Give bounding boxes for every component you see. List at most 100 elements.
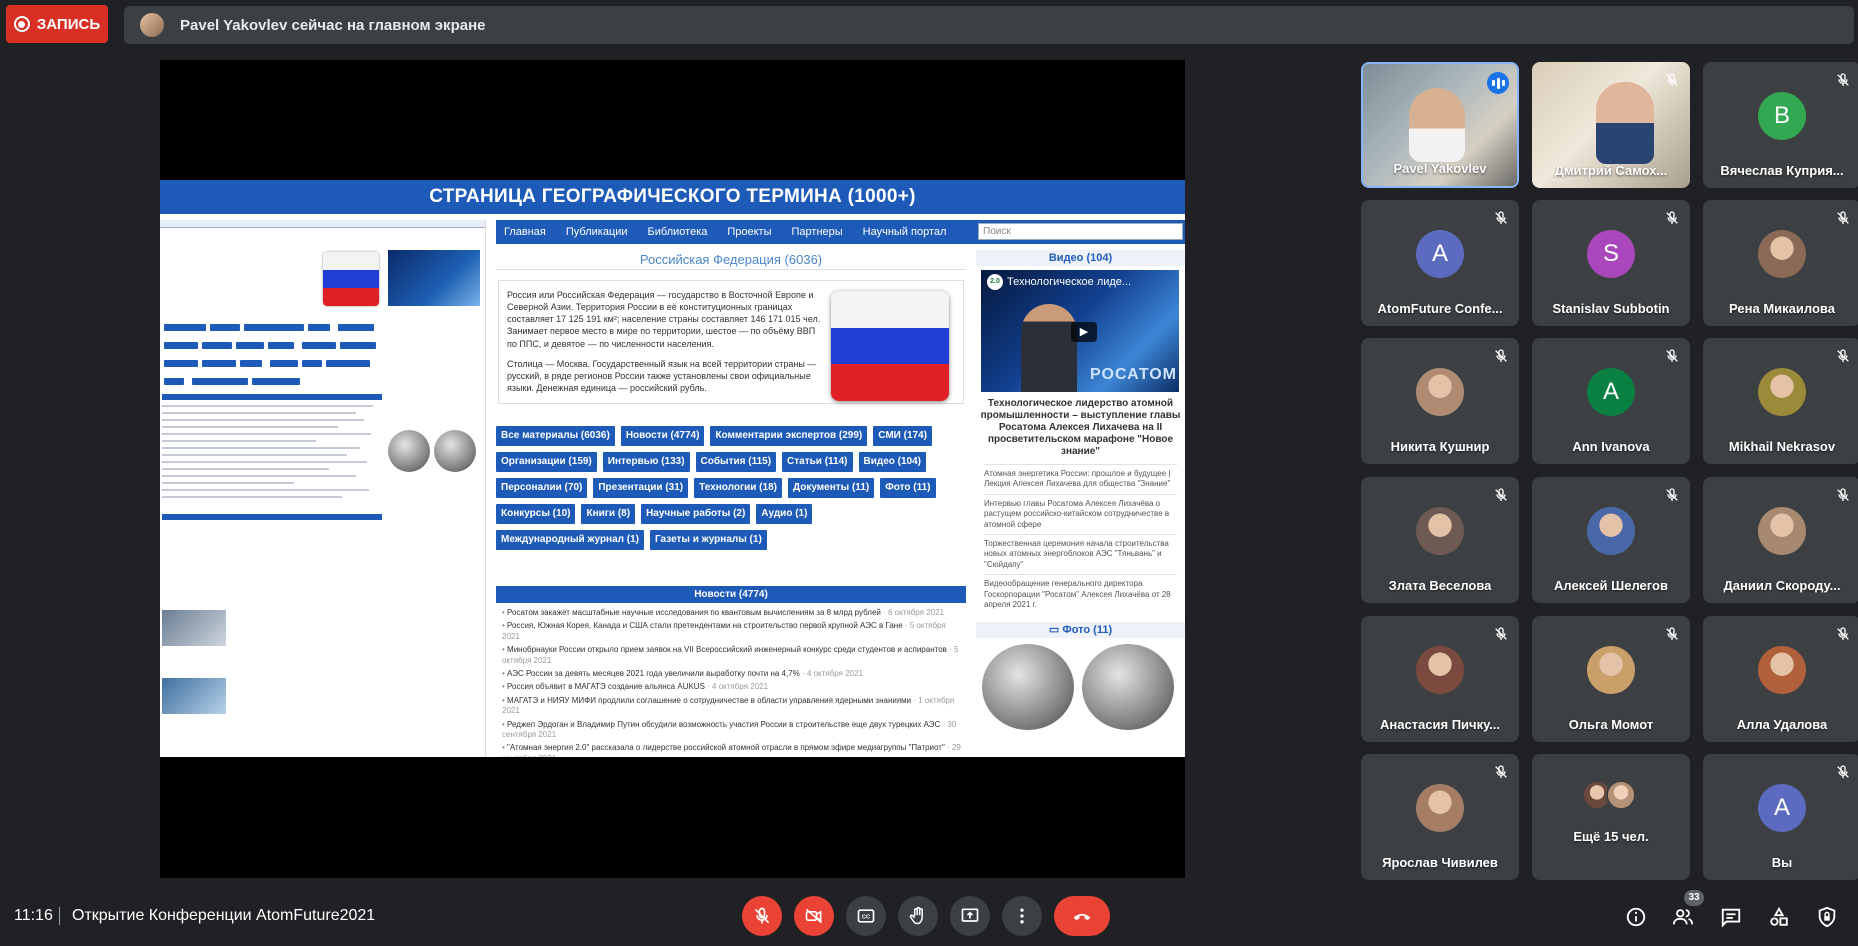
video-thumbnail <box>388 250 480 306</box>
category-chip: Научные работы (2) <box>641 504 751 524</box>
hang-up-icon <box>1073 913 1091 921</box>
russia-flag <box>831 291 949 401</box>
category-chip: Видео (104) <box>858 452 927 472</box>
present-screen-button[interactable] <box>950 896 990 936</box>
participant-name: Дмитрий Самох... <box>1554 163 1668 178</box>
people-button[interactable] <box>1670 904 1696 930</box>
activities-button[interactable] <box>1766 904 1792 930</box>
svg-text:CC: CC <box>862 915 871 921</box>
category-chip: События (115) <box>695 452 777 472</box>
participant-tile[interactable]: Pavel Yakovlev <box>1361 62 1519 188</box>
avatar <box>1758 230 1806 278</box>
category-chip: Фото (11) <box>880 478 936 498</box>
captions-button[interactable]: CC <box>846 896 886 936</box>
news-text: Россия объявит в МАГАТЭ создание альянса… <box>507 682 705 692</box>
presentation-stage[interactable]: СТРАНИЦА ГЕОГРАФИЧЕСКОГО ТЕРМИНА (1000+) <box>160 60 1185 878</box>
leave-call-button[interactable] <box>1054 896 1110 936</box>
participant-name: Ольга Момот <box>1568 717 1654 732</box>
participant-tile[interactable]: Ольга Момот <box>1532 616 1690 742</box>
mic-off-icon <box>1493 764 1509 780</box>
avatar: A <box>1587 368 1635 416</box>
participant-tile[interactable]: A Ann Ivanova <box>1532 338 1690 464</box>
news-text: МАГАТЭ и НИЯУ МИФИ продлили соглашение о… <box>507 695 912 705</box>
mic-off-icon <box>1664 72 1680 88</box>
site-main: Российская Федерация (6036) Россия или Р… <box>496 250 966 757</box>
avatar <box>1416 368 1464 416</box>
participant-name: Ann Ivanova <box>1572 439 1650 454</box>
chips-thumbnail <box>162 320 382 392</box>
category-chip: Документы (11) <box>787 478 875 498</box>
chat-button[interactable] <box>1718 904 1744 930</box>
participant-tile[interactable]: A Вы <box>1703 754 1858 880</box>
participant-name: Злата Веселова <box>1388 578 1492 593</box>
site-main-title: Российская Федерация (6036) <box>496 250 966 270</box>
participant-tile[interactable]: Алла Удалова <box>1703 616 1858 742</box>
intro-paragraph: Столица — Москва. Государственный язык н… <box>507 358 817 393</box>
chat-icon <box>1721 908 1741 928</box>
host-controls-button[interactable] <box>1814 904 1840 930</box>
participant-name: Вячеслав Куприя... <box>1720 163 1844 178</box>
record-icon <box>13 16 30 32</box>
news-list: Росатом закажет масштабные научные иссле… <box>502 608 962 757</box>
mic-off-icon <box>754 907 770 924</box>
side-news-item: Атомная энергетика России: прошлое и буд… <box>984 464 1177 490</box>
mic-off-icon <box>1664 210 1680 226</box>
participant-tile[interactable]: Злата Веселова <box>1361 477 1519 603</box>
news-heading: Новости (4774) <box>496 586 966 603</box>
news-date: · 4 октября 2021 <box>802 668 863 678</box>
people-icon <box>1672 909 1694 925</box>
participant-tile[interactable]: Алексей Шелегов <box>1532 477 1690 603</box>
mic-toggle-button[interactable] <box>742 896 782 936</box>
participant-tile[interactable]: Ярослав Чивилев <box>1361 754 1519 880</box>
video-brand: РОСАТОМ <box>1090 366 1177 383</box>
flag-thumbnail <box>323 252 379 306</box>
recording-button[interactable]: ЗАПИСЬ <box>6 5 108 43</box>
page-thumbnail <box>160 220 486 757</box>
participant-tile[interactable]: Анастасия Пичку... <box>1361 616 1519 742</box>
participant-name: Stanislav Subbotin <box>1552 301 1670 316</box>
category-chip: Все материалы (6036) <box>496 426 615 446</box>
avatar <box>1758 368 1806 416</box>
mic-off-icon <box>1664 487 1680 503</box>
participant-tile[interactable]: Mikhail Nekrasov <box>1703 338 1858 464</box>
recording-label: ЗАПИСЬ <box>36 15 101 33</box>
participant-tile[interactable]: Ещё 15 чел. <box>1532 754 1690 880</box>
more-vert-icon <box>1020 908 1024 924</box>
participant-tile[interactable]: Рена Микаилова <box>1703 200 1858 326</box>
activities-icon <box>1770 906 1788 926</box>
presenter-avatar <box>140 13 164 37</box>
camera-icon: ▭ <box>1048 624 1063 637</box>
category-chip: Книги (8) <box>581 504 636 524</box>
raise-hand-button[interactable] <box>898 896 938 936</box>
camera-toggle-button[interactable] <box>794 896 834 936</box>
captions-icon: CC <box>857 909 875 923</box>
present-icon <box>961 908 979 922</box>
participant-tile[interactable]: A AtomFuture Confe... <box>1361 200 1519 326</box>
site-nav: Главная Публикации Библиотека Проекты Па… <box>496 220 1185 244</box>
participant-tile[interactable]: Даниил Скороду... <box>1703 477 1858 603</box>
info-icon <box>1626 907 1646 927</box>
meeting-details-button[interactable] <box>1623 904 1649 930</box>
avatar <box>1758 646 1806 694</box>
intro-paragraph: Россия или Российская Федерация — госуда… <box>507 290 821 349</box>
participant-name: Даниил Скороду... <box>1723 578 1841 593</box>
side-news-item: Интервью главы Росатома Алексея Лихачёва… <box>984 493 1177 530</box>
more-options-button[interactable] <box>1002 896 1042 936</box>
participant-tile[interactable]: Никита Кушнир <box>1361 338 1519 464</box>
participant-tile[interactable]: S Stanislav Subbotin <box>1532 200 1690 326</box>
mic-off-icon <box>1835 348 1851 364</box>
video-caption: Технологическое лидерство атомной промыш… <box>980 398 1181 457</box>
participant-tile[interactable]: B Вячеслав Куприя... <box>1703 62 1858 188</box>
avatar <box>1416 507 1464 555</box>
category-chip: Комментарии экспертов (299) <box>710 426 868 446</box>
participant-name: Рена Микаилова <box>1729 301 1835 316</box>
news-item: АЭС России за девять месяцев 2021 года у… <box>502 669 962 679</box>
news-date: · 4 октября 2021 <box>707 682 769 692</box>
participant-tile[interactable]: Дмитрий Самох... <box>1532 62 1690 188</box>
category-chip: СМИ (174) <box>873 426 932 446</box>
participant-name: Никита Кушнир <box>1390 439 1490 454</box>
site-nav-item: Библиотека <box>647 226 708 238</box>
photo-heading: ▭ Фото (11) <box>976 622 1185 639</box>
meeting-title: Открытие Конференции AtomFuture2021 <box>72 907 376 924</box>
news-text: Минобрнауки России открыло прием заявок … <box>507 645 947 655</box>
